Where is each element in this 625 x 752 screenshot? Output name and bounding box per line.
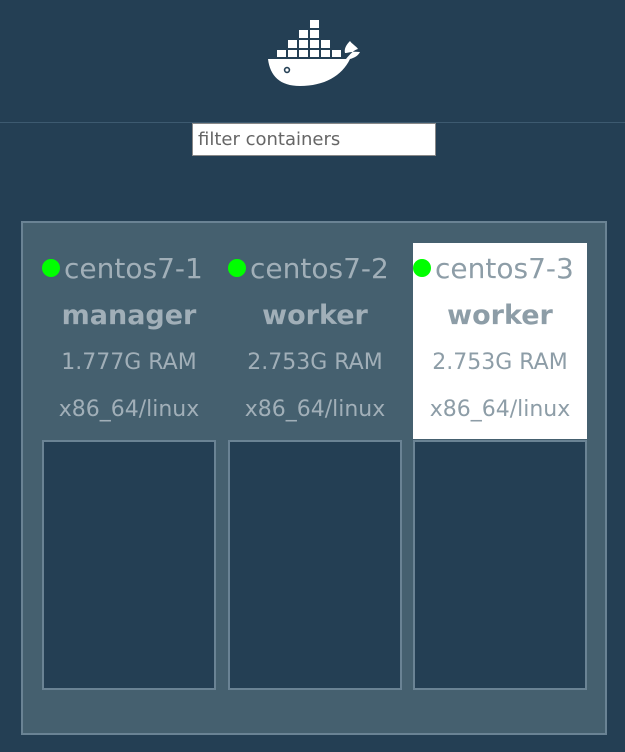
container-list <box>42 440 216 690</box>
node-name: centos7-1 <box>64 251 203 285</box>
filter-containers-input[interactable] <box>192 123 436 156</box>
header <box>0 0 625 123</box>
node-centos7-2[interactable]: centos7-2 worker 2.753G RAM x86_64/linux <box>228 243 402 690</box>
node-centos7-3[interactable]: centos7-3 worker 2.753G RAM x86_64/linux <box>413 243 587 690</box>
node-name: centos7-3 <box>435 251 574 285</box>
swarm-board: centos7-1 manager 1.777G RAM x86_64/linu… <box>21 221 607 735</box>
node-name: centos7-2 <box>250 251 389 285</box>
status-active-icon <box>413 259 431 277</box>
status-active-icon <box>228 259 246 277</box>
status-active-icon <box>42 259 60 277</box>
node-header-selected[interactable]: centos7-3 worker 2.753G RAM x86_64/linux <box>413 243 587 439</box>
node-ram: 2.753G RAM <box>432 350 568 375</box>
node-name-row: centos7-1 <box>42 243 216 293</box>
node-role: manager <box>61 300 197 331</box>
node-os: x86_64/linux <box>244 397 386 422</box>
node-os: x86_64/linux <box>58 397 200 422</box>
node-header[interactable]: centos7-2 worker 2.753G RAM x86_64/linux <box>228 243 402 439</box>
node-ram: 1.777G RAM <box>61 350 197 375</box>
node-role: worker <box>447 300 553 331</box>
container-list <box>413 440 587 690</box>
node-role: worker <box>262 300 368 331</box>
node-name-row: centos7-2 <box>228 243 402 293</box>
node-centos7-1[interactable]: centos7-1 manager 1.777G RAM x86_64/linu… <box>42 243 216 690</box>
docker-whale-icon <box>268 20 360 86</box>
node-os: x86_64/linux <box>429 397 571 422</box>
node-header[interactable]: centos7-1 manager 1.777G RAM x86_64/linu… <box>42 243 216 439</box>
node-name-row: centos7-3 <box>413 243 587 293</box>
node-ram: 2.753G RAM <box>247 350 383 375</box>
container-list <box>228 440 402 690</box>
